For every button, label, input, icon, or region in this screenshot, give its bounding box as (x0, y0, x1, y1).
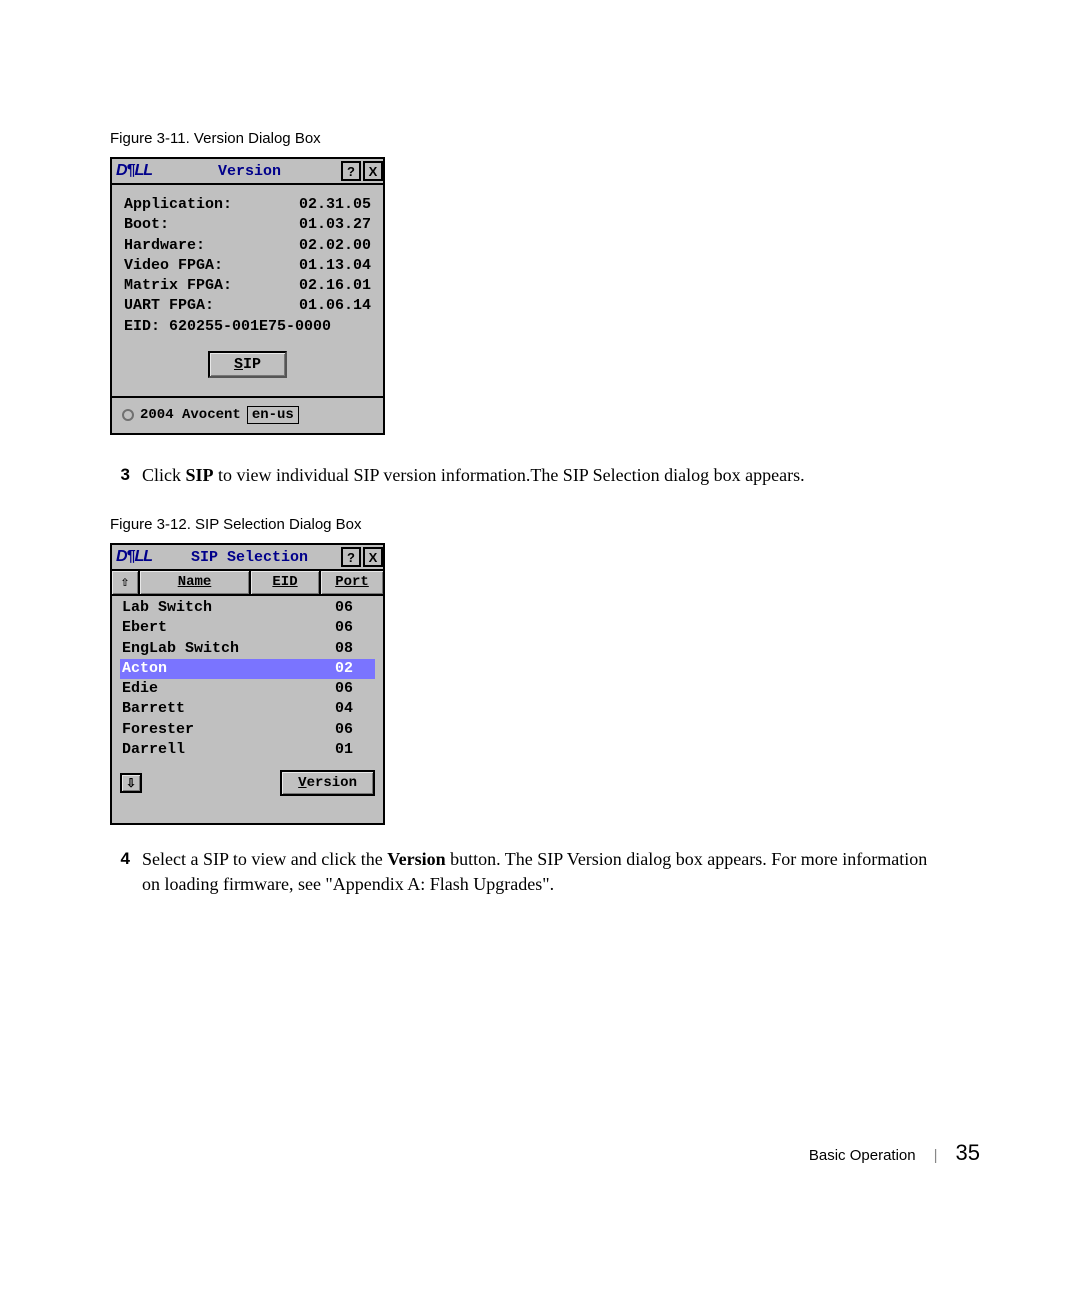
step-4-number: 4 (110, 847, 130, 897)
figure-3-12-caption: Figure 3-12. SIP Selection Dialog Box (110, 516, 980, 533)
list-item-name: Barrett (122, 699, 335, 719)
step-4-text: Select a SIP to view and click the Versi… (142, 847, 940, 897)
list-item[interactable]: Edie06 (122, 679, 373, 699)
version-value: 02.02.00 (299, 236, 371, 256)
list-item-name: EngLab Switch (122, 639, 335, 659)
sip-button-rest: IP (243, 356, 261, 373)
version-value: 02.31.05 (299, 195, 371, 215)
version-dialog-titlebar: D¶LL Version ? X (112, 159, 383, 185)
sip-selection-title: SIP Selection (158, 549, 341, 566)
copyright-text: 2004 Avocent (140, 407, 241, 423)
step-4-text-a: Select a SIP to view and click the (142, 849, 387, 869)
sip-button-hotkey: S (234, 356, 243, 373)
sip-list-header: ⇧ Name EID Port (112, 571, 383, 596)
list-item[interactable]: Ebert06 (122, 618, 373, 638)
scroll-down-icon[interactable]: ⇩ (120, 773, 142, 793)
version-value: 01.13.04 (299, 256, 371, 276)
version-dialog-title: Version (158, 163, 341, 180)
list-item[interactable]: Barrett04 (122, 699, 373, 719)
version-button-rest: ersion (307, 775, 357, 791)
footer-separator: | (934, 1147, 938, 1164)
list-item-port: 08 (335, 639, 373, 659)
sip-list-bottom-row: ⇩ Version (112, 766, 383, 806)
list-item-name: Lab Switch (122, 598, 335, 618)
version-value: 02.16.01 (299, 276, 371, 296)
step-4-bold: Version (387, 849, 445, 869)
list-item-port: 06 (335, 618, 373, 638)
list-item-name: Darrell (122, 740, 335, 760)
version-label: UART FPGA: (124, 296, 214, 316)
version-info-panel: Application:02.31.05Boot:01.03.27Hardwar… (112, 185, 383, 396)
close-icon[interactable]: X (363, 547, 383, 567)
sip-selection-dialog: D¶LL SIP Selection ? X ⇧ Name EID Port L… (110, 543, 385, 825)
close-icon[interactable]: X (363, 161, 383, 181)
step-3-bold: SIP (186, 465, 214, 485)
version-label: Matrix FPGA: (124, 276, 232, 296)
list-item-name: Forester (122, 720, 335, 740)
list-item-port: 04 (335, 699, 373, 719)
step-4: 4 Select a SIP to view and click the Ver… (110, 847, 940, 897)
version-label: Application: (124, 195, 232, 215)
step-3-text: Click SIP to view individual SIP version… (142, 463, 940, 488)
locale-label: en-us (247, 406, 299, 424)
version-dialog-footer: 2004 Avocent en-us (112, 396, 383, 430)
sip-button[interactable]: SIP (208, 351, 287, 378)
list-item[interactable]: Darrell01 (122, 740, 373, 760)
copyright-icon (122, 409, 134, 421)
step-3-text-b: to view individual SIP version informati… (214, 465, 805, 485)
header-port[interactable]: Port (335, 574, 369, 590)
list-item[interactable]: EngLab Switch08 (122, 639, 373, 659)
dell-logo: D¶LL (112, 548, 158, 566)
step-3: 3 Click SIP to view individual SIP versi… (110, 463, 940, 488)
list-item-port: 06 (335, 598, 373, 618)
version-value: 01.06.14 (299, 296, 371, 316)
version-label: Boot: (124, 215, 169, 235)
help-icon[interactable]: ? (341, 547, 361, 567)
version-dialog: D¶LL Version ? X Application:02.31.05Boo… (110, 157, 385, 435)
list-item[interactable]: Acton02 (120, 659, 375, 679)
version-button[interactable]: Version (280, 770, 375, 796)
eid-label: EID: 620255-001E75-0000 (124, 317, 371, 337)
list-item-name: Edie (122, 679, 335, 699)
version-row: Application: 02.31.05 (124, 195, 371, 215)
footer-section: Basic Operation (809, 1147, 916, 1164)
version-row: Video FPGA: 01.13.04 (124, 256, 371, 276)
header-eid[interactable]: EID (272, 574, 297, 590)
help-icon[interactable]: ? (341, 161, 361, 181)
sort-up-icon[interactable]: ⇧ (112, 571, 140, 594)
version-label: Hardware: (124, 236, 205, 256)
list-item-name: Ebert (122, 618, 335, 638)
list-item-port: 01 (335, 740, 373, 760)
step-3-text-a: Click (142, 465, 186, 485)
sip-list: Lab Switch06Ebert06EngLab Switch08Acton0… (112, 596, 383, 766)
figure-3-11-caption: Figure 3-11. Version Dialog Box (110, 130, 980, 147)
list-item-port: 02 (335, 659, 373, 679)
version-row: Boot: 01.03.27 (124, 215, 371, 235)
list-item-port: 06 (335, 720, 373, 740)
version-row: Hardware: 02.02.00 (124, 236, 371, 256)
dell-logo: D¶LL (112, 162, 158, 180)
version-row: UART FPGA: 01.06.14 (124, 296, 371, 316)
version-label: Video FPGA: (124, 256, 223, 276)
list-item[interactable]: Lab Switch06 (122, 598, 373, 618)
version-row: Matrix FPGA: 02.16.01 (124, 276, 371, 296)
step-3-number: 3 (110, 463, 130, 488)
version-button-hotkey: V (298, 775, 306, 791)
list-item-name: Acton (122, 659, 335, 679)
list-item[interactable]: Forester06 (122, 720, 373, 740)
sip-selection-titlebar: D¶LL SIP Selection ? X (112, 545, 383, 571)
footer-page-number: 35 (956, 1140, 980, 1166)
version-value: 01.03.27 (299, 215, 371, 235)
page-footer: Basic Operation | 35 (809, 1140, 980, 1166)
list-item-port: 06 (335, 679, 373, 699)
header-name[interactable]: Name (178, 574, 212, 590)
